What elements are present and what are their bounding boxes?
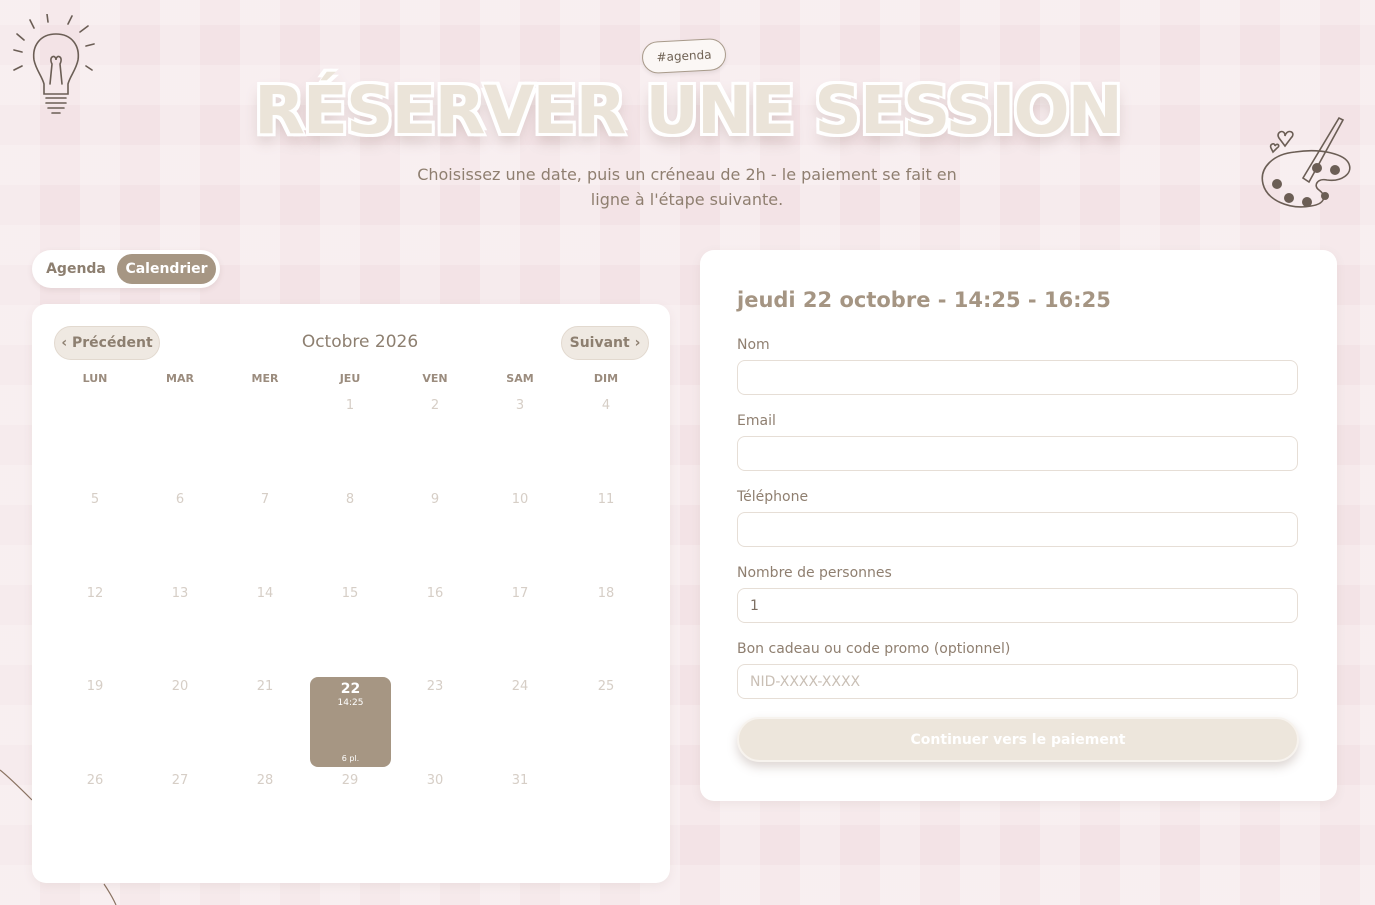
calendar-day: 2 bbox=[430, 398, 440, 413]
calendar-day: 20 bbox=[171, 679, 189, 694]
calendar-day: 5 bbox=[90, 492, 100, 507]
weekday-header: LUN bbox=[82, 372, 108, 385]
name-label: Nom bbox=[737, 337, 770, 353]
email-label: Email bbox=[737, 413, 776, 429]
calendar-day: 4 bbox=[601, 398, 611, 413]
month-label: Octobre 2026 bbox=[301, 332, 419, 352]
toggle-calendar-button[interactable]: Calendrier bbox=[117, 254, 216, 284]
calendar-day: 30 bbox=[426, 773, 444, 788]
page-title: RÉSERVER UNE SESSION bbox=[254, 72, 1123, 149]
phone-label: Téléphone bbox=[737, 489, 809, 505]
calendar-day: 6 bbox=[175, 492, 185, 507]
calendar-panel: ‹ Précédent Octobre 2026 Suivant › LUN M… bbox=[32, 304, 670, 883]
calendar-day: 11 bbox=[597, 492, 615, 507]
weekday-header: MER bbox=[251, 372, 279, 385]
name-field[interactable] bbox=[737, 360, 1298, 395]
next-month-button[interactable]: Suivant › bbox=[561, 326, 649, 360]
email-field[interactable] bbox=[737, 436, 1298, 471]
calendar-day: 23 bbox=[426, 679, 444, 694]
weekday-header: VEN bbox=[422, 372, 448, 385]
promo-code-field[interactable]: NID-XXXX-XXXX bbox=[737, 664, 1298, 699]
phone-field[interactable] bbox=[737, 512, 1298, 547]
calendar-day: 26 bbox=[86, 773, 104, 788]
selected-day-number: 22 bbox=[340, 681, 361, 697]
toggle-agenda-button[interactable]: Agenda bbox=[38, 254, 114, 284]
selected-day-places: 6 pl. bbox=[341, 754, 360, 763]
selected-day-time: 14:25 bbox=[337, 698, 364, 708]
calendar-day: 19 bbox=[86, 679, 104, 694]
calendar-day: 10 bbox=[511, 492, 529, 507]
session-title: jeudi 22 octobre - 14:25 - 16:25 bbox=[737, 288, 1111, 312]
calendar-day: 7 bbox=[260, 492, 270, 507]
calendar-day: 18 bbox=[597, 586, 615, 601]
calendar-day: 21 bbox=[256, 679, 274, 694]
calendar-day: 1 bbox=[345, 398, 355, 413]
booking-form: jeudi 22 octobre - 14:25 - 16:25 Nom Ema… bbox=[700, 250, 1337, 801]
calendar-day: 27 bbox=[171, 773, 189, 788]
people-count-field[interactable]: 1 bbox=[737, 588, 1298, 623]
continue-to-payment-button[interactable]: Continuer vers le paiement bbox=[737, 717, 1299, 762]
calendar-day: 28 bbox=[256, 773, 274, 788]
weekday-header: DIM bbox=[593, 372, 619, 385]
weekday-header: MAR bbox=[166, 372, 194, 385]
agenda-tag: #agenda bbox=[641, 37, 727, 75]
weekday-header: JEU bbox=[339, 372, 361, 385]
calendar-day-selected[interactable]: 22 14:25 6 pl. bbox=[310, 677, 391, 767]
weekday-header: SAM bbox=[506, 372, 534, 385]
calendar-day: 25 bbox=[597, 679, 615, 694]
people-label: Nombre de personnes bbox=[737, 565, 892, 581]
calendar-day: 3 bbox=[515, 398, 525, 413]
page-subtitle: Choisissez une date, puis un créneau de … bbox=[417, 165, 957, 209]
calendar-day: 16 bbox=[426, 586, 444, 601]
calendar-day: 12 bbox=[86, 586, 104, 601]
calendar-day: 29 bbox=[341, 773, 359, 788]
promo-label: Bon cadeau ou code promo (optionnel) bbox=[737, 641, 1011, 657]
calendar-day: 24 bbox=[511, 679, 529, 694]
calendar-day: 9 bbox=[430, 492, 440, 507]
calendar-day: 14 bbox=[256, 586, 274, 601]
calendar-day: 15 bbox=[341, 586, 359, 601]
calendar-day: 8 bbox=[345, 492, 355, 507]
calendar-day: 17 bbox=[511, 586, 529, 601]
previous-month-button[interactable]: ‹ Précédent bbox=[54, 326, 160, 360]
calendar-day: 31 bbox=[511, 773, 529, 788]
calendar-day: 13 bbox=[171, 586, 189, 601]
view-toggle: Agenda Calendrier bbox=[32, 250, 220, 288]
